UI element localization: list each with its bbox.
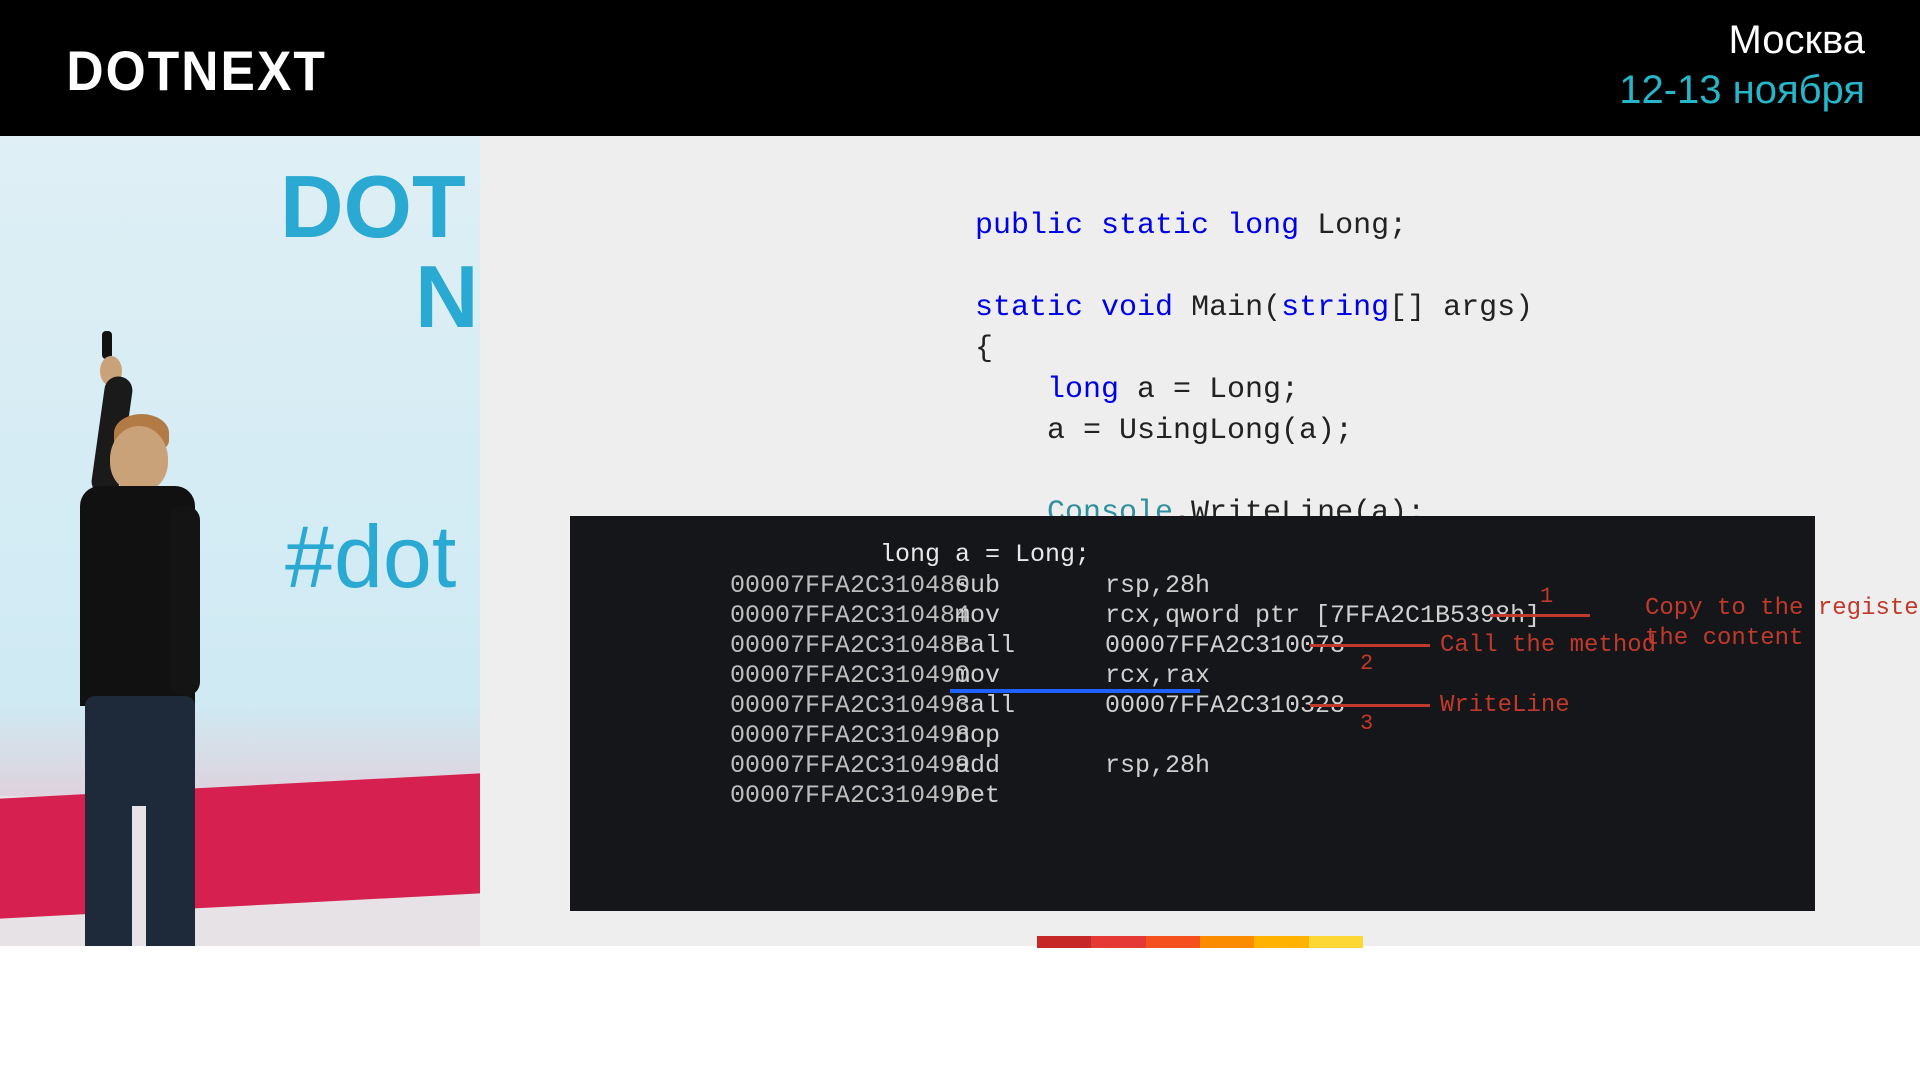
- asm-addr: 00007FFA2C310498: [730, 721, 955, 751]
- asm-addr: 00007FFA2C310499: [730, 751, 955, 781]
- asm-arg: rsp,28h: [1105, 751, 1210, 781]
- strip-seg: [1091, 936, 1145, 948]
- asm-arg: rsp,28h: [1105, 571, 1210, 601]
- asm-row: 00007FFA2C310484movrcx,qword ptr [7FFA2C…: [730, 601, 1540, 631]
- asm-row: 00007FFA2C31049Dret: [730, 781, 1540, 811]
- presentation-slide: public static long Long; static void Mai…: [480, 136, 1920, 946]
- header-dates: 12-13 ноября: [1619, 68, 1865, 113]
- asm-op: nop: [955, 721, 1105, 751]
- footer-color-strip: [1037, 936, 1363, 948]
- kw-static2: static: [975, 291, 1083, 325]
- asm-row: 00007FFA2C310499addrsp,28h: [730, 751, 1540, 781]
- asm-op: call: [955, 691, 1105, 721]
- speaker-camera-feed: DOT NE #dot: [0, 136, 480, 946]
- brace-open: {: [975, 332, 993, 366]
- asm-arg: rcx,qword ptr [7FFA2C1B5398h]: [1105, 601, 1540, 631]
- asm-row: 00007FFA2C310490movrcx,rax: [730, 661, 1540, 691]
- stmt-usinglong: a = UsingLong(a);: [975, 414, 1353, 448]
- asm-addr: 00007FFA2C310490: [730, 661, 955, 691]
- ident-long: Long;: [1299, 209, 1407, 243]
- stmt-assign: a = Long;: [1119, 373, 1299, 407]
- asm-row: 00007FFA2C310480subrsp,28h: [730, 571, 1540, 601]
- conference-logo: DOTNEXT: [66, 38, 327, 103]
- asm-op: sub: [955, 571, 1105, 601]
- asm-source-line: long a = Long;: [880, 540, 1090, 569]
- asm-addr: 00007FFA2C31049D: [730, 781, 955, 811]
- fn-main-open: Main(: [1173, 291, 1281, 325]
- strip-seg: [1309, 936, 1363, 948]
- kw-long2: long: [1047, 373, 1119, 407]
- speaker-figure: [40, 386, 210, 946]
- strip-seg: [1146, 936, 1200, 948]
- speaker-arm-down: [170, 506, 200, 696]
- presentation-frame: DOTNEXT Москва 12-13 ноября DOT NE #dot …: [0, 0, 1920, 1080]
- asm-addr: 00007FFA2C31048B: [730, 631, 955, 661]
- asm-arg: rcx,rax: [1105, 661, 1210, 691]
- header-city: Москва: [1728, 18, 1865, 63]
- asm-addr: 00007FFA2C310493: [730, 691, 955, 721]
- annotation-line-3: [1310, 704, 1430, 707]
- annotation-text-1: Copy to the register the content: [1645, 594, 1920, 654]
- annotation-num-3: 3: [1360, 711, 1373, 736]
- annotation-num-1: 1: [1540, 584, 1553, 609]
- backdrop-logo-line2: NE: [415, 246, 480, 348]
- kw-void: void: [1101, 291, 1173, 325]
- asm-addr: 00007FFA2C310484: [730, 601, 955, 631]
- speaker-leg-gap: [132, 806, 146, 946]
- backdrop-hashtag: #dot: [285, 506, 456, 608]
- asm-op: mov: [955, 661, 1105, 691]
- annotation-text-3: WriteLine: [1440, 691, 1570, 721]
- annotation-line-1: [1490, 614, 1590, 617]
- strip-seg: [1254, 936, 1308, 948]
- backdrop-logo-line1: DOT: [280, 156, 466, 258]
- presenter-remote-icon: [102, 331, 112, 359]
- kw-public: public: [975, 209, 1083, 243]
- annotation-num-2: 2: [1360, 651, 1373, 676]
- asm-op: mov: [955, 601, 1105, 631]
- annotation-line-2: [1310, 644, 1430, 647]
- asm-addr: 00007FFA2C310480: [730, 571, 955, 601]
- header-bar: DOTNEXT Москва 12-13 ноября: [0, 0, 1920, 136]
- kw-static: static: [1101, 209, 1209, 243]
- speaker-head: [110, 426, 168, 492]
- strip-seg: [1200, 936, 1254, 948]
- ty-string: string: [1281, 291, 1389, 325]
- asm-op: ret: [955, 781, 1105, 811]
- strip-seg: [1037, 936, 1091, 948]
- asm-op: add: [955, 751, 1105, 781]
- asm-row: 00007FFA2C310498nop: [730, 721, 1540, 751]
- disassembly-panel: long a = Long; 00007FFA2C310480subrsp,28…: [570, 516, 1815, 911]
- kw-long: long: [1227, 209, 1299, 243]
- fn-main-rest: [] args): [1389, 291, 1533, 325]
- highlight-underline: [950, 689, 1200, 693]
- asm-op: call: [955, 631, 1105, 661]
- annotation-text-2: Call the method: [1440, 631, 1656, 661]
